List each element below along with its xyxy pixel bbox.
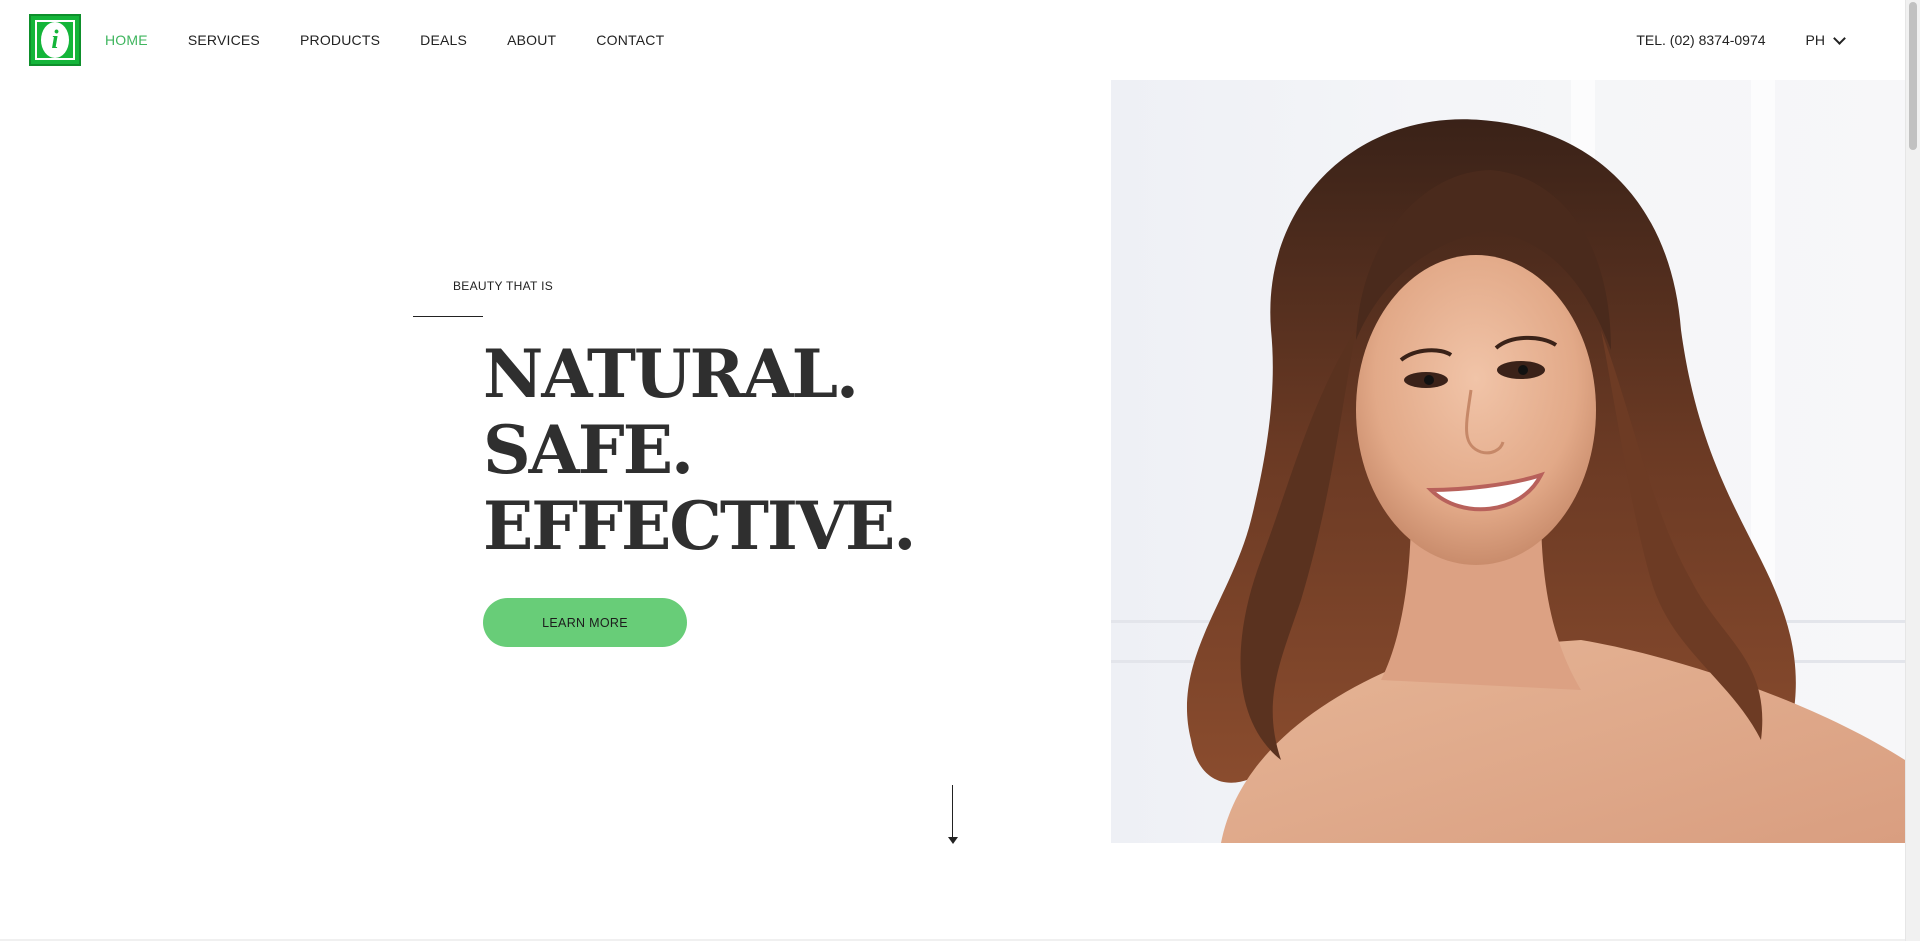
headline-line-natural: NATURAL. bbox=[483, 335, 859, 413]
hero-headline: NATURAL. SAFE. EFFECTIVE. bbox=[483, 335, 916, 565]
logo-frame: i bbox=[35, 20, 75, 60]
phone-number[interactable]: TEL. (02) 8374-0974 bbox=[1636, 32, 1765, 48]
logo[interactable]: i bbox=[29, 14, 81, 66]
headline-line-effective: EFFECTIVE. bbox=[483, 487, 916, 565]
nav-item-deals[interactable]: DEALS bbox=[420, 32, 467, 48]
nav-item-home[interactable]: HOME bbox=[105, 32, 148, 48]
scroll-indicator-line[interactable] bbox=[952, 785, 953, 840]
main-nav: HOME SERVICES PRODUCTS DEALS ABOUT CONTA… bbox=[105, 0, 704, 80]
page-scrollbar[interactable] bbox=[1905, 0, 1920, 941]
hero-kicker: BEAUTY THAT IS bbox=[453, 279, 554, 293]
language-label: PH bbox=[1805, 32, 1825, 48]
logo-letter: i bbox=[51, 25, 59, 54]
woman-portrait bbox=[1186, 119, 1905, 843]
language-selector[interactable]: PH bbox=[1805, 31, 1846, 48]
scrollbar-thumb[interactable] bbox=[1909, 2, 1917, 150]
page: i HOME SERVICES PRODUCTS DEALS ABOUT CON… bbox=[0, 0, 1920, 941]
arrow-down-icon[interactable] bbox=[948, 837, 958, 844]
hero-photo bbox=[1111, 80, 1905, 843]
nav-item-contact[interactable]: CONTACT bbox=[596, 32, 664, 48]
chevron-down-icon bbox=[1833, 31, 1846, 45]
site-header: i HOME SERVICES PRODUCTS DEALS ABOUT CON… bbox=[0, 0, 1905, 80]
nav-item-about[interactable]: ABOUT bbox=[507, 32, 556, 48]
nav-item-services[interactable]: SERVICES bbox=[188, 32, 260, 48]
header-right: TEL. (02) 8374-0974 PH bbox=[1636, 0, 1846, 80]
logo-mark: i bbox=[41, 22, 69, 58]
kicker-divider bbox=[413, 316, 483, 317]
headline-line-safe: SAFE. bbox=[483, 411, 694, 489]
nav-item-products[interactable]: PRODUCTS bbox=[300, 32, 380, 48]
learn-more-button[interactable]: LEARN MORE bbox=[483, 598, 687, 647]
